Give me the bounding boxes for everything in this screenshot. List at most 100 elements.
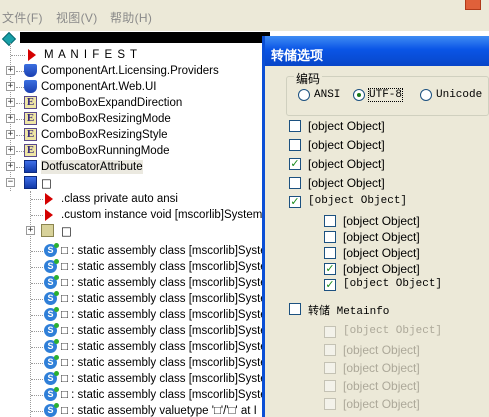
tree-node[interactable]: + ComponentArt.Web.UI (0, 79, 270, 95)
tree-node-label: □ : static assembly class [mscorlib]Syst… (61, 277, 270, 289)
class-icon (24, 160, 37, 173)
encoding-radio-ansi[interactable] (298, 89, 310, 101)
menu-view[interactable]: 视图(V) (56, 9, 98, 26)
dump-option-checkbox[interactable]: ✓ (289, 158, 301, 170)
menu-file[interactable]: 文件(F) (2, 9, 43, 26)
meta-option-label: [object Object] (343, 361, 420, 375)
dump-option-label: [object Object] (308, 176, 385, 190)
tree-directive-node[interactable]: .class private auto ansi (0, 191, 270, 207)
tree-node-label: □ : static assembly valuetype '□'/'□' at… (61, 405, 257, 417)
collapse-toggle-icon[interactable]: − (6, 178, 15, 187)
tree-member-node[interactable]: S □ : static assembly class [mscorlib]Sys… (0, 371, 270, 387)
static-field-icon: S (44, 259, 59, 273)
directive-icon (45, 193, 53, 205)
tree-node-label: ComboBoxExpandDirection (41, 97, 183, 109)
tree-node[interactable]: + E ComboBoxResizingStyle (0, 127, 270, 143)
tree-node[interactable]: + E ComboBoxResizingMode (0, 111, 270, 127)
encoding-radio-label: UTF-8 (367, 88, 404, 102)
directive-icon (45, 209, 53, 221)
il-option-label: [object Object] (343, 262, 420, 276)
metainfo-label: 转储 Metainfo (308, 306, 390, 318)
enum-icon: E (24, 96, 37, 109)
tree-member-node[interactable]: S □ : static assembly class [mscorlib]Sys… (0, 307, 270, 323)
tree-node[interactable]: + ComponentArt.Licensing.Providers (0, 63, 270, 79)
menu-help[interactable]: 帮助(H) (110, 9, 152, 26)
meta-option-checkbox (324, 362, 336, 374)
tree-node-label: □ : static assembly class [mscorlib]Syst… (61, 293, 270, 305)
il-option-checkbox[interactable]: ✓ (324, 279, 336, 291)
static-field-icon: S (44, 243, 59, 257)
tree-member-node[interactable]: S □ : static assembly class [mscorlib]Sys… (0, 339, 270, 355)
expand-toggle-icon[interactable]: + (6, 98, 15, 107)
tree-node-label: .class private auto ansi (61, 193, 178, 205)
il-option-checkbox[interactable]: ✓ (324, 263, 336, 275)
expand-toggle-icon[interactable]: + (6, 146, 15, 155)
metainfo-checkbox[interactable] (289, 303, 301, 315)
tree-node-label: ComboBoxRunningMode (41, 145, 170, 157)
tree-node-label: □ (41, 176, 52, 190)
dialog-title: 转储选项 (265, 36, 489, 66)
tree-node-label: .custom instance void [mscorlib]System.R… (61, 209, 270, 221)
window-close-button[interactable] (465, 0, 481, 10)
tree-root-node[interactable] (0, 31, 270, 47)
tree-node-label: □ : static assembly class [mscorlib]Syst… (61, 309, 270, 321)
encoding-radio-label: Unicode (436, 89, 483, 101)
tree-node-label: DotfuscatorAttribute (41, 160, 143, 174)
tree-node[interactable]: + E ComboBoxRunningMode (0, 143, 270, 159)
tree-node-label: ComponentArt.Web.UI (41, 81, 157, 93)
menu-bar: 文件(F) 视图(V) 帮助(H) (0, 0, 489, 31)
il-option-checkbox[interactable] (324, 231, 336, 243)
folder-icon (41, 224, 54, 237)
redacted-path (20, 32, 270, 43)
il-option-checkbox[interactable] (324, 247, 336, 259)
tree-node-label: ComboBoxResizingStyle (41, 129, 168, 141)
tree-member-node[interactable]: S □ : static assembly valuetype '□'/'□' a… (0, 403, 270, 417)
tree-manifest-node[interactable]: M A N I F E S T (0, 47, 270, 63)
static-field-icon: S (44, 355, 59, 369)
tree-member-node[interactable]: S □ : static assembly class [mscorlib]Sys… (0, 323, 270, 339)
assembly-icon (1, 31, 17, 47)
meta-option-label: [object Object] (343, 343, 420, 357)
il-option-label: [object Object] (343, 278, 443, 290)
tree-member-node[interactable]: S □ : static assembly class [mscorlib]Sys… (0, 291, 270, 307)
expand-toggle-icon[interactable]: + (6, 114, 15, 123)
tree-folder-node[interactable]: + □ (0, 223, 270, 239)
il-option-label: [object Object] (343, 230, 420, 244)
dump-option-checkbox[interactable]: ✓ (289, 196, 301, 208)
dump-option-label: [object Object] (308, 157, 385, 171)
static-field-icon: S (44, 339, 59, 353)
tree-node-label: ComponentArt.Licensing.Providers (41, 65, 219, 77)
tree-member-node[interactable]: S □ : static assembly class [mscorlib]Sys… (0, 387, 270, 403)
tree-member-node[interactable]: S □ : static assembly class [mscorlib]Sys… (0, 259, 270, 275)
tree-class-node[interactable]: − □ (0, 175, 270, 191)
tree-node[interactable]: + E ComboBoxExpandDirection (0, 95, 270, 111)
static-field-icon: S (44, 307, 59, 321)
tree-node[interactable]: + DotfuscatorAttribute (0, 159, 270, 175)
meta-option-checkbox (324, 398, 336, 410)
dump-option-checkbox[interactable] (289, 120, 301, 132)
il-option-checkbox[interactable] (324, 215, 336, 227)
il-option-label: [object Object] (343, 246, 420, 260)
tree-node-label: □ : static assembly class [mscorlib]Syst… (61, 389, 270, 401)
expand-toggle-icon[interactable]: + (6, 162, 15, 171)
expand-toggle-icon[interactable]: + (6, 130, 15, 139)
dump-option-checkbox[interactable] (289, 177, 301, 189)
enum-icon: E (24, 128, 37, 141)
encoding-radio-utf8[interactable] (353, 89, 365, 101)
static-field-icon: S (44, 371, 59, 385)
dump-option-checkbox[interactable] (289, 139, 301, 151)
meta-option-label: [object Object] (343, 325, 443, 337)
tree-member-node[interactable]: S □ : static assembly class [mscorlib]Sys… (0, 355, 270, 371)
dump-option-label: [object Object] (308, 195, 408, 207)
tree-node-label: □ : static assembly class [mscorlib]Syst… (61, 357, 270, 369)
expand-toggle-icon[interactable]: + (6, 82, 15, 91)
meta-option-label: [object Object] (343, 397, 420, 411)
tree-member-node[interactable]: S □ : static assembly class [mscorlib]Sys… (0, 243, 270, 259)
assembly-tree[interactable]: M A N I F E S T + ComponentArt.Licensing.… (0, 31, 270, 417)
tree-member-node[interactable]: S □ : static assembly class [mscorlib]Sys… (0, 275, 270, 291)
expand-toggle-icon[interactable]: + (6, 66, 15, 75)
expand-toggle-icon[interactable]: + (26, 226, 35, 235)
class-icon (24, 176, 37, 189)
tree-directive-node[interactable]: .custom instance void [mscorlib]System.R… (0, 207, 270, 223)
encoding-radio-unicode[interactable] (420, 89, 432, 101)
